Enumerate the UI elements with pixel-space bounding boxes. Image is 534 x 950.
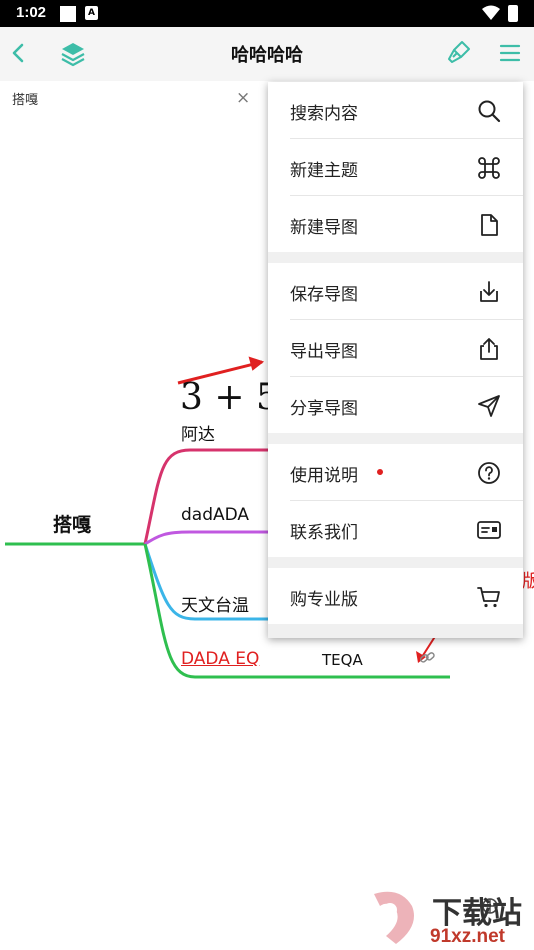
- edge-text-fragment: 版: [522, 571, 534, 592]
- battery-icon: [508, 5, 518, 22]
- menu-item-help[interactable]: 使用说明: [268, 444, 523, 500]
- branch-node-4-link[interactable]: DADA EQ: [181, 649, 259, 669]
- branch-line-1: [143, 448, 275, 545]
- brush-icon[interactable]: [444, 37, 472, 69]
- new-badge-dot: [377, 469, 383, 475]
- wifi-icon: [482, 5, 500, 20]
- app-bar: 哈哈哈哈: [0, 27, 534, 81]
- branch-node-1[interactable]: 阿达: [181, 420, 215, 445]
- menu-item-save-map[interactable]: 保存导图: [268, 263, 523, 319]
- status-bar: 1:02 A: [0, 0, 534, 27]
- link-icon[interactable]: [417, 648, 437, 668]
- watermark-url: 91xz.net: [430, 926, 505, 947]
- contact-card-icon: [477, 521, 501, 539]
- menu-item-contact[interactable]: 联系我们: [268, 501, 523, 557]
- menu-item-label: 联系我们: [290, 523, 358, 543]
- notification-badge-icon: A: [85, 6, 98, 20]
- branch-node-2[interactable]: dadADA: [181, 505, 249, 525]
- cart-icon: [477, 587, 500, 608]
- formula-node[interactable]: 3 + 5: [180, 377, 279, 418]
- help-icon: [478, 462, 500, 484]
- status-time: 1:02: [16, 4, 47, 21]
- menu-item-label: 购专业版: [290, 590, 358, 610]
- search-icon: [478, 100, 501, 123]
- menu-item-new-topic[interactable]: 新建主题: [268, 139, 523, 195]
- menu-item-buy-pro[interactable]: 购专业版: [268, 568, 523, 624]
- branch-line-2: [144, 530, 275, 546]
- menu-item-label: 导出导图: [290, 342, 358, 362]
- root-node[interactable]: 搭嘎: [53, 510, 91, 537]
- close-icon[interactable]: ×: [236, 88, 250, 108]
- menu-item-new-map[interactable]: 新建导图: [268, 196, 523, 252]
- topic-label: 搭嘎: [12, 93, 39, 108]
- menu-item-search[interactable]: 搜索内容: [268, 82, 523, 138]
- command-icon: [478, 157, 500, 179]
- watermark-logo: 下载站 91xz.net: [366, 888, 534, 950]
- upload-icon: [480, 338, 498, 360]
- overflow-menu: 搜索内容 新建主题 新建导图 保存导图 导出导图 分享导图 使用说明 联系我们 …: [268, 82, 523, 638]
- child-node[interactable]: TEQA: [322, 651, 363, 669]
- send-icon: [478, 395, 500, 417]
- notification-icon: [60, 6, 76, 22]
- menu-item-label: 使用说明: [290, 466, 358, 486]
- download-icon: [480, 281, 498, 302]
- menu-item-label: 新建导图: [290, 218, 358, 238]
- menu-icon[interactable]: [498, 37, 522, 69]
- menu-item-label: 保存导图: [290, 285, 358, 305]
- menu-item-label: 分享导图: [290, 399, 358, 419]
- menu-item-export-map[interactable]: 导出导图: [268, 320, 523, 376]
- file-icon: [481, 214, 498, 236]
- menu-item-label: 新建主题: [290, 161, 358, 181]
- menu-item-share-map[interactable]: 分享导图: [268, 377, 523, 433]
- branch-node-3[interactable]: 天文台温: [181, 591, 249, 616]
- app-screen: 1:02 A 哈哈哈哈 搭嘎 × 3 + 5 搭嘎 阿达 dadADA 天文台温…: [0, 0, 534, 950]
- menu-item-label: 搜索内容: [290, 104, 358, 124]
